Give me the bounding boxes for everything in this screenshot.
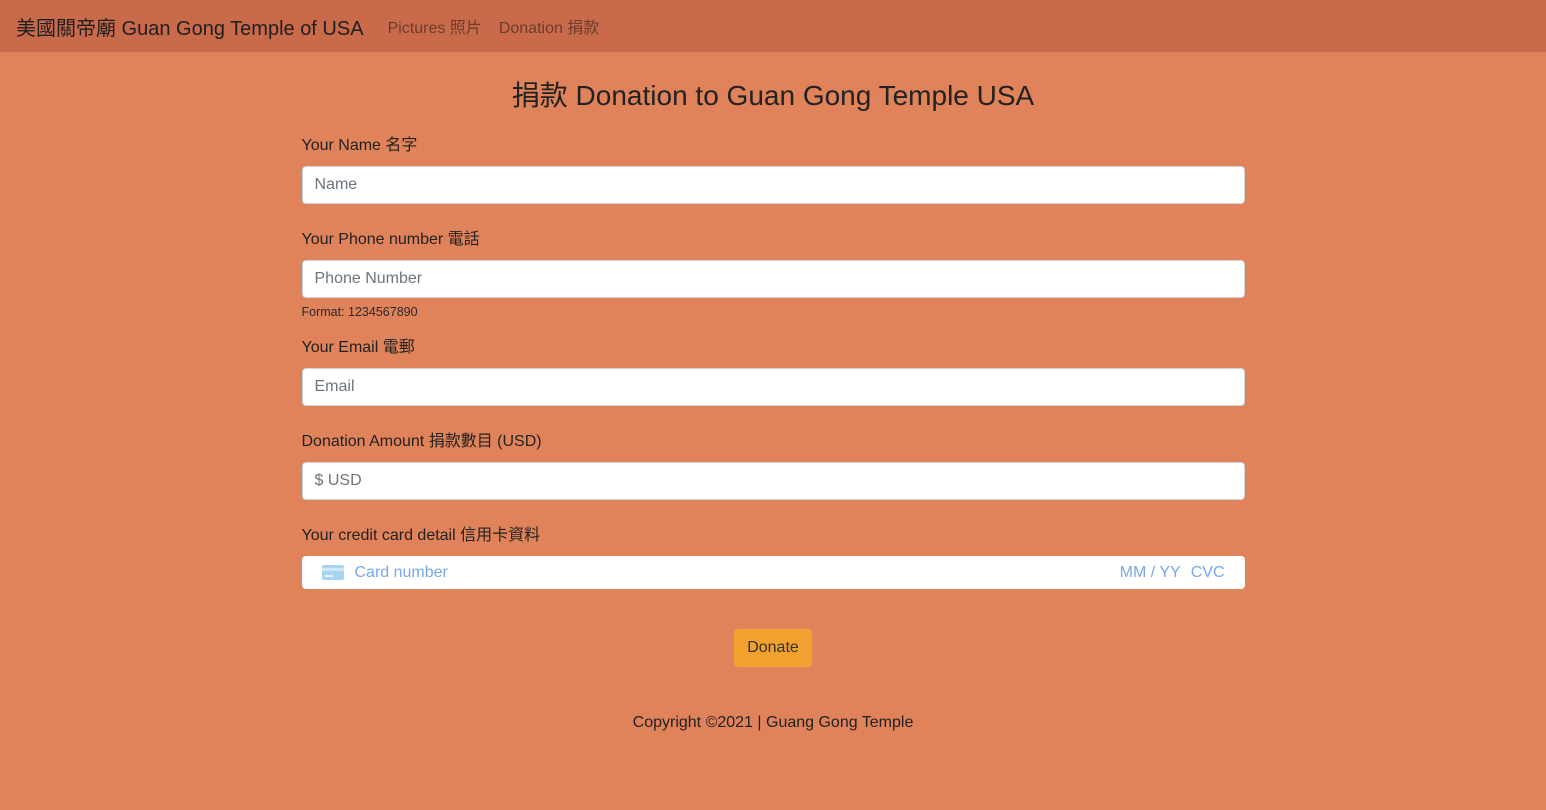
amount-input[interactable] (301, 462, 1245, 500)
card-label: Your credit card detail 信用卡資料 (301, 527, 541, 544)
credit-card-icon (321, 565, 344, 580)
email-group: Your Email 電郵 (301, 336, 1245, 406)
name-group: Your Name 名字 (301, 134, 1245, 204)
submit-wrapper: Donate (302, 629, 1245, 667)
name-input[interactable] (301, 166, 1245, 204)
name-label: Your Name 名字 (301, 137, 418, 154)
donation-form-container: 捐款 Donation to Guan Gong Temple USA Your… (301, 79, 1245, 732)
phone-format-hint: Format: 1234567890 (301, 305, 418, 319)
card-element[interactable]: Card number MM / YY CVC (301, 556, 1245, 589)
page-title: 捐款 Donation to Guan Gong Temple USA (511, 80, 1035, 111)
card-cvc-field[interactable]: CVC (1191, 564, 1225, 582)
card-number-field[interactable]: Card number (355, 564, 1120, 582)
donate-button[interactable]: Donate (734, 629, 812, 667)
phone-input[interactable] (301, 260, 1245, 298)
email-label: Your Email 電郵 (301, 339, 415, 356)
footer-copyright: Copyright ©2021 | Guang Gong Temple (632, 714, 914, 731)
nav-link-pictures[interactable]: Pictures 照片 (388, 14, 482, 38)
email-input[interactable] (301, 368, 1245, 406)
phone-label: Your Phone number 電話 (301, 231, 480, 248)
nav-link-donation[interactable]: Donation 捐款 (499, 14, 600, 38)
top-navbar: 美國關帝廟 Guan Gong Temple of USA Pictures 照… (0, 0, 1546, 52)
brand-link[interactable]: 美國關帝廟 Guan Gong Temple of USA (16, 12, 364, 41)
card-group: Your credit card detail 信用卡資料 Card numbe… (301, 524, 1245, 589)
amount-label: Donation Amount 捐款數目 (USD) (301, 433, 542, 450)
phone-group: Your Phone number 電話 Format: 1234567890 (301, 228, 1245, 319)
card-expiry-field[interactable]: MM / YY (1120, 564, 1181, 582)
amount-group: Donation Amount 捐款數目 (USD) (301, 430, 1245, 500)
